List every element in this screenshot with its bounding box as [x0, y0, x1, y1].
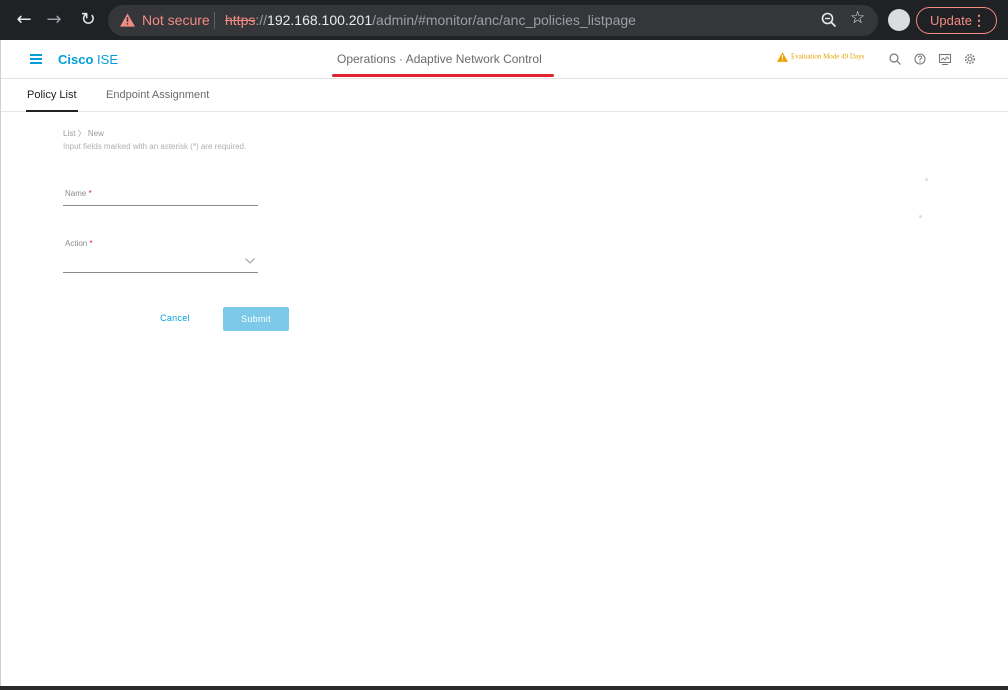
notifications-icon[interactable] [938, 52, 952, 66]
evaluation-badge[interactable]: Evaluation Mode 49 Days [777, 52, 864, 62]
url-separator: :// [255, 12, 268, 28]
brand-name: Cisco [58, 52, 94, 67]
omnibox-divider [214, 12, 215, 29]
help-icon[interactable] [913, 52, 927, 66]
submit-button[interactable]: Submit [223, 307, 289, 331]
title-underline [332, 74, 554, 77]
action-label-text: Action [65, 239, 88, 248]
browser-toolbar: ← → ↻ Not secure https://192.168.100.201… [0, 0, 1008, 40]
bottom-taskbar-strip [0, 686, 1008, 690]
breadcrumb-current: New [87, 129, 104, 138]
forward-arrow-icon[interactable]: → [42, 8, 66, 32]
decorative-dot [919, 215, 922, 218]
ise-page: Cisco ISE Operations · Adaptive Network … [0, 40, 1008, 686]
required-marker: * [88, 189, 92, 198]
update-label: Update [930, 13, 972, 28]
profile-avatar[interactable] [888, 9, 910, 31]
reload-icon[interactable]: ↻ [76, 8, 100, 32]
url-text[interactable]: https://192.168.100.201/admin/#monitor/a… [225, 12, 636, 28]
breadcrumb: List 〉 New [63, 128, 104, 139]
settings-icon[interactable] [963, 52, 977, 66]
back-arrow-icon[interactable]: ← [12, 8, 36, 32]
decorative-dot [925, 178, 928, 181]
chevron-down-icon[interactable] [245, 258, 255, 264]
url-path: /admin/#monitor/anc/anc_policies_listpag… [372, 12, 636, 28]
required-fields-hint: Input fields marked with an asterisk (*)… [63, 142, 247, 151]
update-button[interactable]: Update ⋮ [916, 7, 997, 34]
search-icon[interactable] [888, 52, 902, 66]
warning-icon [777, 52, 788, 62]
cancel-button[interactable]: Cancel [149, 307, 201, 329]
required-marker: * [89, 239, 93, 248]
breadcrumb-separator: 〉 [77, 129, 86, 138]
address-bar[interactable]: Not secure https://192.168.100.201/admin… [108, 5, 878, 36]
name-label: Name * [65, 189, 92, 198]
tab-endpoint-assignment[interactable]: Endpoint Assignment [106, 89, 209, 101]
brand-logo[interactable]: Cisco ISE [58, 52, 118, 67]
url-host: 192.168.100.201 [267, 12, 373, 28]
name-input[interactable] [63, 205, 258, 206]
evaluation-text: Evaluation Mode 49 Days [791, 52, 865, 61]
warning-icon[interactable] [120, 13, 135, 27]
name-label-text: Name [65, 189, 87, 198]
security-status[interactable]: Not secure [142, 12, 210, 28]
brand-product: ISE [97, 52, 118, 67]
tab-bar: Policy List Endpoint Assignment [1, 80, 1008, 112]
bookmark-star-icon[interactable]: ☆ [850, 8, 865, 28]
zoom-icon[interactable] [820, 11, 838, 29]
action-label: Action * [65, 239, 93, 248]
url-scheme: https [225, 12, 256, 28]
tab-policy-list[interactable]: Policy List [26, 89, 78, 112]
breadcrumb-list-link[interactable]: List [63, 129, 75, 138]
app-header: Cisco ISE Operations · Adaptive Network … [1, 40, 1008, 79]
hamburger-menu-icon[interactable] [30, 54, 42, 64]
action-select[interactable] [63, 272, 258, 273]
page-title: Operations · Adaptive Network Control [337, 52, 542, 66]
browser-menu-icon[interactable]: ⋮ [972, 12, 986, 29]
